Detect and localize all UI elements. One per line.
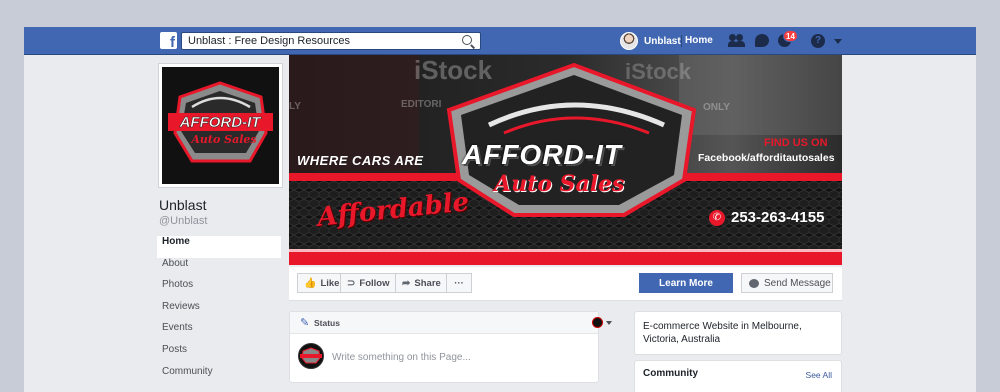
top-navigation-bar: f Unblast Home 14 ? bbox=[24, 27, 976, 55]
learn-more-button[interactable]: Learn More bbox=[639, 273, 733, 293]
profile-logo-graphic: AFFORD-IT Auto Sales bbox=[162, 67, 279, 184]
user-avatar[interactable] bbox=[620, 32, 638, 50]
watermark-editorial: EDITORI bbox=[401, 99, 442, 110]
cover-find-us: FIND US ON bbox=[764, 137, 828, 149]
phone-icon: ✆ bbox=[709, 210, 725, 226]
page-action-bar: 👍 Like ⊃ Follow ➦ Share ··· Learn More Send… bbox=[289, 267, 842, 301]
cover-tagline: WHERE CARS ARE bbox=[297, 153, 424, 168]
more-options-button[interactable]: ··· bbox=[446, 273, 472, 293]
post-as-avatar[interactable] bbox=[592, 317, 603, 328]
home-link[interactable]: Home bbox=[685, 35, 713, 46]
cover-photo[interactable]: iStock iStock EDITORI LY ONLY WHERE CARS… bbox=[289, 55, 842, 265]
facebook-logo-icon[interactable]: f bbox=[160, 32, 177, 51]
left-nav-photos[interactable]: Photos bbox=[157, 279, 281, 301]
search-input[interactable] bbox=[182, 33, 457, 49]
more-options-label: ··· bbox=[454, 277, 464, 289]
user-profile-link[interactable]: Unblast bbox=[620, 32, 681, 50]
share-arrow-icon: ➦ bbox=[402, 277, 411, 289]
cover-facebook-url: Facebook/afforditautosales bbox=[698, 152, 835, 164]
page-profile-picture[interactable]: AFFORD-IT Auto Sales bbox=[159, 64, 282, 187]
help-icon[interactable]: ? bbox=[811, 34, 825, 48]
follow-label: Follow bbox=[359, 277, 390, 289]
page-category-location: E-commerce Website in Melbourne, Victori… bbox=[643, 321, 802, 345]
watermark-only-1: LY bbox=[289, 101, 301, 112]
pencil-icon: ✎ bbox=[300, 317, 310, 329]
page-left-navigation: Home About Photos Reviews Events Posts C… bbox=[157, 236, 281, 387]
search-icon[interactable] bbox=[462, 35, 472, 45]
share-label: Share bbox=[414, 277, 441, 289]
community-card: Community See All bbox=[634, 360, 842, 392]
profile-logo-bottom-text: Auto Sales bbox=[190, 133, 256, 146]
cover-phone-number: 253-263-4155 bbox=[731, 209, 825, 226]
cover-logo-subtitle: Auto Sales bbox=[494, 171, 625, 197]
left-nav-reviews[interactable]: Reviews bbox=[157, 301, 281, 323]
cover-logo-title: AFFORD-IT bbox=[462, 139, 622, 170]
community-title: Community bbox=[643, 368, 698, 379]
send-message-label: Send Message bbox=[764, 277, 831, 289]
status-input[interactable] bbox=[332, 350, 592, 364]
community-see-all-link[interactable]: See All bbox=[806, 370, 832, 380]
status-tab[interactable]: Status bbox=[314, 318, 340, 328]
post-as-caret-icon[interactable] bbox=[606, 321, 612, 325]
profile-logo-top-text: AFFORD-IT bbox=[179, 114, 263, 131]
composer-page-avatar bbox=[298, 343, 324, 369]
friend-requests-icon[interactable] bbox=[728, 34, 745, 48]
composer-avatar-logo bbox=[300, 347, 322, 364]
like-label: Like bbox=[320, 277, 340, 289]
left-nav-events[interactable]: Events bbox=[157, 322, 281, 344]
status-composer: ✎ Status bbox=[289, 311, 612, 383]
like-button[interactable]: 👍 Like bbox=[297, 273, 341, 293]
about-card: E-commerce Website in Melbourne, Victori… bbox=[634, 311, 842, 355]
page-name[interactable]: Unblast bbox=[159, 197, 206, 213]
watermark-istock-1: iStock bbox=[414, 55, 493, 85]
share-button[interactable]: ➦ Share bbox=[395, 273, 447, 293]
messenger-icon[interactable] bbox=[755, 34, 769, 47]
facebook-page-window: f Unblast Home 14 ? AFFORD- bbox=[24, 27, 976, 392]
left-nav-posts[interactable]: Posts bbox=[157, 344, 281, 366]
follow-button[interactable]: ⊃ Follow bbox=[340, 273, 396, 293]
account-menu-caret-icon[interactable] bbox=[834, 39, 842, 44]
rss-icon: ⊃ bbox=[347, 277, 356, 289]
composer-header: ✎ Status bbox=[290, 312, 612, 334]
left-nav-home[interactable]: Home bbox=[157, 236, 281, 258]
page-handle[interactable]: @Unblast bbox=[159, 215, 207, 227]
watermark-istock-2: iStock bbox=[625, 59, 692, 84]
left-nav-about[interactable]: About bbox=[157, 258, 281, 280]
notification-badge: 14 bbox=[783, 30, 798, 42]
facebook-logo-letter: f bbox=[170, 34, 175, 51]
messenger-bubble-icon bbox=[749, 278, 759, 288]
thumbs-up-icon: 👍 bbox=[304, 277, 317, 289]
left-nav-community[interactable]: Community bbox=[157, 366, 281, 388]
send-message-button[interactable]: Send Message bbox=[741, 273, 833, 293]
nav-divider bbox=[681, 35, 682, 47]
user-name[interactable]: Unblast bbox=[644, 36, 681, 47]
watermark-only-2: ONLY bbox=[703, 102, 730, 113]
search-box[interactable] bbox=[181, 32, 481, 50]
